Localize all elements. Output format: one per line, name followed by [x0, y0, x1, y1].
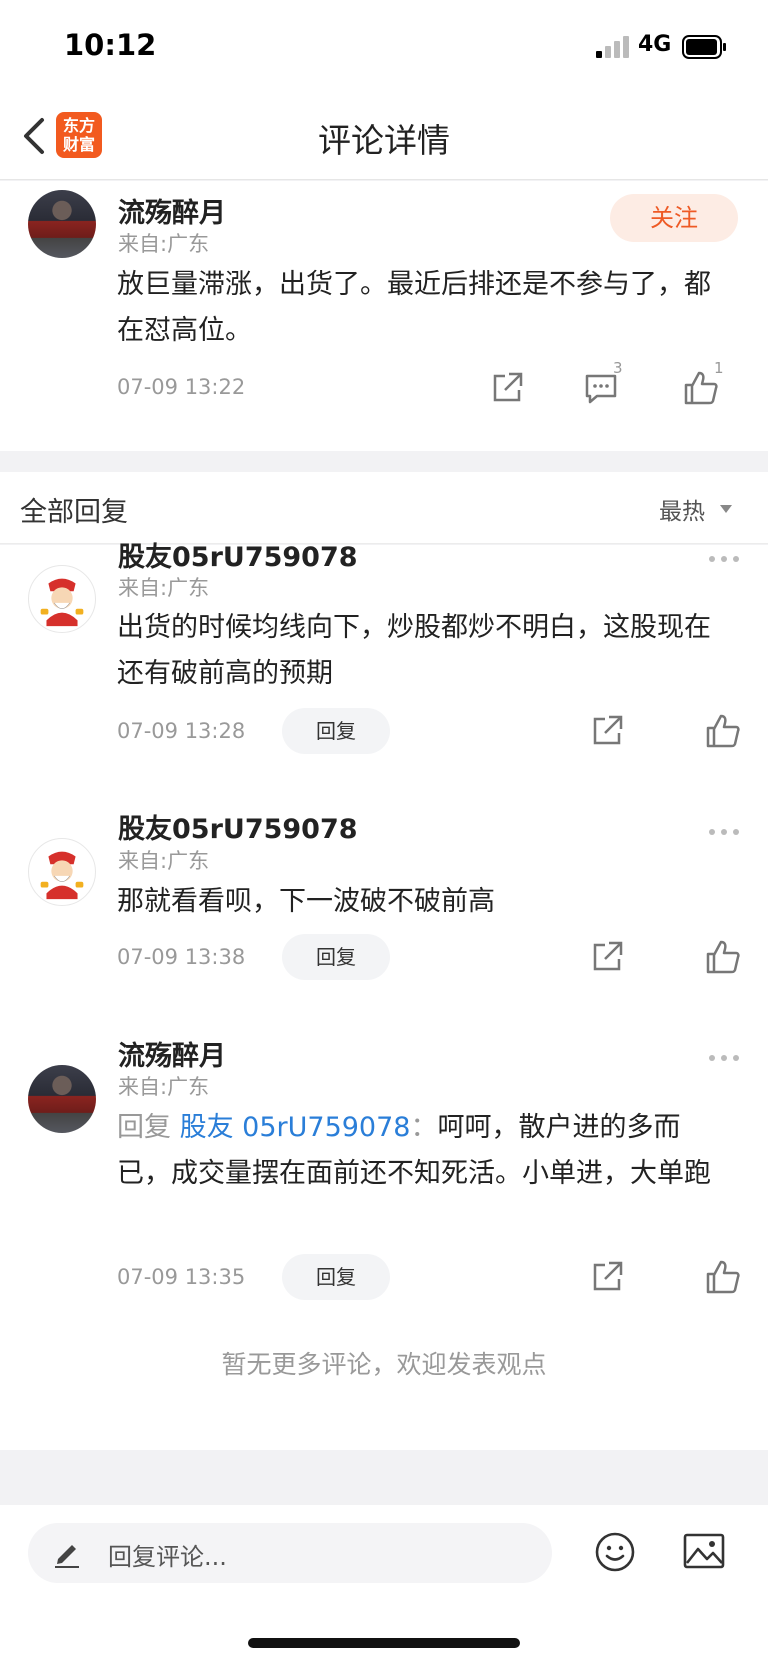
- share-icon[interactable]: [587, 1257, 627, 1297]
- comment-time: 07-09 13:35: [117, 1265, 246, 1289]
- avatar[interactable]: [28, 190, 96, 258]
- bottom-bar: 回复评论...: [0, 1505, 768, 1663]
- reply-input-placeholder: 回复评论...: [108, 1543, 227, 1571]
- home-indicator: [248, 1638, 520, 1648]
- comment-author[interactable]: 股友05rU759078: [118, 807, 358, 846]
- status-time: 10:12: [64, 28, 157, 62]
- share-icon[interactable]: [587, 711, 627, 751]
- comment-text: 出货的时候均线向下，炒股都炒不明白，这股现在还有破前高的预期: [117, 612, 711, 689]
- nav-bar: 东方 财富 评论详情: [0, 100, 768, 180]
- avatar[interactable]: [28, 565, 96, 633]
- more-icon[interactable]: [708, 554, 740, 564]
- emoji-icon[interactable]: [593, 1530, 637, 1574]
- comment-time: 07-09 13:22: [117, 375, 246, 399]
- avatar[interactable]: [28, 1065, 96, 1133]
- reply-button[interactable]: 回复: [282, 934, 390, 980]
- comment-text: 放巨量滞涨，出货了。最近后排还是不参与了，都在怼高位。: [117, 269, 711, 346]
- sort-dropdown[interactable]: 最热: [659, 492, 705, 526]
- avatar[interactable]: [28, 838, 96, 906]
- reply-button[interactable]: 回复: [282, 708, 390, 754]
- status-bar: 10:12 4G: [0, 0, 768, 100]
- share-icon[interactable]: [487, 368, 527, 408]
- comment-author[interactable]: 流殇醉月: [118, 191, 226, 230]
- comment-location: 来自:广东: [118, 849, 210, 873]
- battery-icon: [682, 35, 726, 59]
- more-icon[interactable]: [708, 827, 740, 837]
- like-icon[interactable]: [703, 1257, 743, 1297]
- section-title: 全部回复: [20, 497, 128, 528]
- dropdown-arrow-icon[interactable]: [720, 505, 732, 513]
- mention-separator: ：: [410, 1112, 438, 1143]
- follow-button[interactable]: 关注: [610, 194, 738, 242]
- reply-input[interactable]: 回复评论...: [28, 1523, 552, 1583]
- no-more-comments: 暂无更多评论，欢迎发表观点: [221, 1350, 547, 1379]
- page-title: 评论详情: [318, 121, 450, 160]
- like-icon[interactable]: [703, 937, 743, 977]
- reply-button[interactable]: 回复: [282, 1254, 390, 1300]
- comment-text: 那就看看呗，下一波破不破前高: [117, 886, 495, 917]
- comment-time: 07-09 13:28: [117, 719, 246, 743]
- comment-location: 来自:广东: [118, 232, 210, 256]
- comment-author[interactable]: 流殇醉月: [118, 1034, 226, 1073]
- mention-link[interactable]: 股友 05rU759078: [180, 1112, 411, 1143]
- more-icon[interactable]: [708, 1053, 740, 1063]
- pen-icon: [55, 1545, 79, 1568]
- comment-author[interactable]: 股友05rU759078: [118, 535, 358, 574]
- main-comment: 流殇醉月 来自:广东 关注 放巨量滞涨，出货了。最近后排还是不参与了，都在怼高位…: [0, 181, 768, 451]
- reply-prefix: 回复: [117, 1112, 171, 1143]
- reply-list: 股友05rU759078 来自:广东 出货的时候均线向下，炒股都炒不明白，这股现…: [0, 542, 768, 1450]
- comment-text: 回复 股友 05rU759078：呵呵，散户进的多而已，成交量摆在面前还不知死活…: [117, 1105, 727, 1197]
- signal-icon: [596, 36, 629, 58]
- reply-count: 3: [613, 359, 623, 377]
- share-icon[interactable]: [587, 937, 627, 977]
- like-icon[interactable]: [703, 711, 743, 751]
- comment-location: 来自:广东: [118, 1075, 210, 1099]
- network-label: 4G: [638, 32, 672, 57]
- image-icon[interactable]: [682, 1531, 726, 1571]
- comment-location: 来自:广东: [118, 576, 210, 600]
- replies-header: 全部回复 最热: [0, 472, 768, 544]
- like-count: 1: [714, 359, 724, 377]
- comment-time: 07-09 13:38: [117, 945, 246, 969]
